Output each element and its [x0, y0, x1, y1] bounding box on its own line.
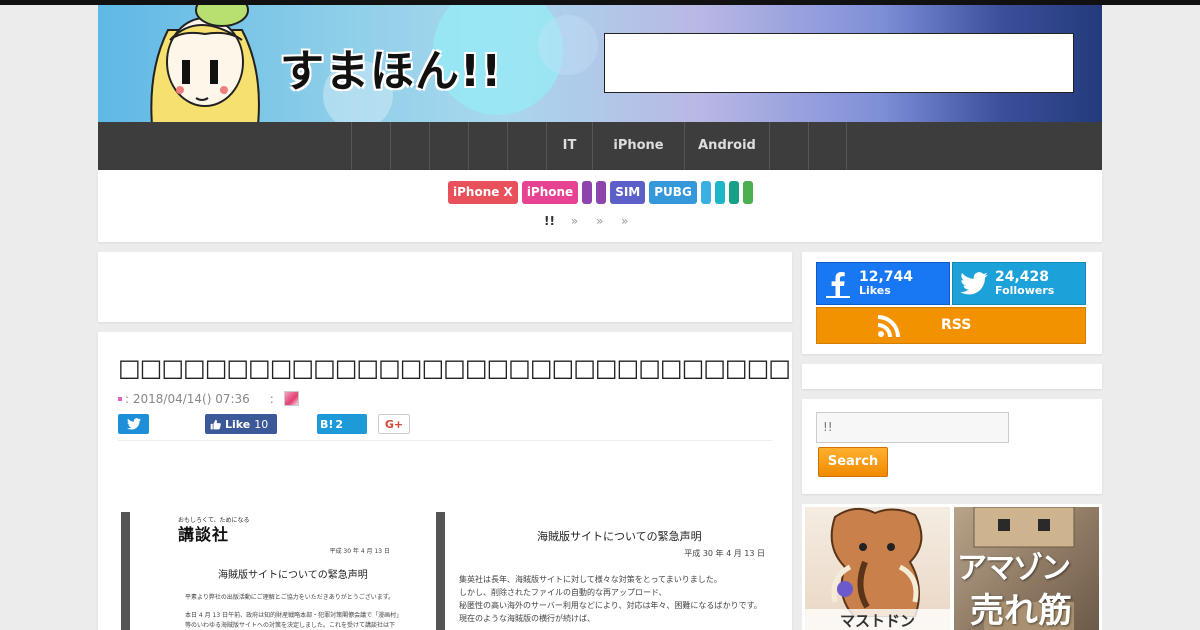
divider	[118, 440, 772, 441]
article-date: : 2018/04/14() 07:36	[125, 391, 250, 406]
statement-line: 集英社は長年、海賊版サイトに対して様々な対策をとってまいりました。	[459, 575, 722, 584]
thumbs-up-icon	[210, 419, 221, 429]
nav-item[interactable]	[769, 122, 808, 170]
nav-item[interactable]	[351, 122, 390, 170]
statement-date: 平成 30 年 4 月 13 日	[684, 549, 765, 558]
hatena-bookmark-label: B!	[320, 417, 334, 431]
twitter-follower-total: 24,428	[995, 269, 1050, 285]
tag[interactable]	[742, 181, 753, 204]
article-card: □□□□□□□□□□□□□□□□□□□□□□□□□□□□□□□□□□□□□□□□…	[98, 332, 792, 630]
statement-date: 平成 30 年 4 月 13 日	[329, 548, 390, 555]
nav-item-android[interactable]: Android	[684, 122, 769, 170]
tag[interactable]	[596, 181, 607, 204]
nav-item[interactable]	[429, 122, 468, 170]
search-input[interactable]: !!	[816, 412, 1009, 443]
tag[interactable]	[728, 181, 739, 204]
nav-item[interactable]	[468, 122, 507, 170]
tag-iphone[interactable]: iPhone	[521, 181, 579, 204]
facebook-follow-button[interactable]: 12,744 Likes	[816, 262, 950, 305]
mastodon-banner[interactable]: マストドン	[805, 507, 950, 630]
kodansha-statement-image: おもしろくて、ためになる 講談社 平成 30 年 4 月 13 日 海賊版サイト…	[121, 512, 445, 630]
tag-list: iPhone X iPhone SIM PUBG	[448, 181, 753, 204]
search-widget: !! Search	[802, 399, 1102, 494]
hatena-bookmark-count: 2	[335, 417, 344, 431]
tag-bar: iPhone X iPhone SIM PUBG !! » » »	[98, 170, 1102, 242]
amazon-banner-line1: アマゾン	[957, 551, 1071, 586]
facebook-like-count: 10	[254, 417, 269, 431]
nav-item[interactable]	[390, 122, 429, 170]
sidebar-banners: マストドン アマゾン 売れ筋	[802, 504, 1102, 630]
twitter-followers-label: Followers	[995, 284, 1055, 297]
tag-iphone-x[interactable]: iPhone X	[448, 181, 518, 204]
tag[interactable]	[700, 181, 711, 204]
author-avatar[interactable]	[283, 391, 299, 406]
shueisha-statement-image: 海賊版サイトについての緊急声明 平成 30 年 4 月 13 日 集英社は長年、…	[457, 512, 771, 630]
statement-line: 等のいわゆる海賊版サイトへの対策を決定しました。これを受けて講談社は下	[185, 622, 396, 629]
share-buttons: Like 10 B! 2 G+	[118, 414, 410, 434]
amazon-bestseller-banner[interactable]: アマゾン 売れ筋	[954, 507, 1099, 630]
social-follow-box: 12,744 Likes 24,428 Followers RSS	[802, 252, 1102, 354]
breadcrumb: !! » » »	[544, 214, 642, 228]
google-plus-button[interactable]: G+	[378, 414, 410, 434]
twitter-bird-icon	[953, 272, 995, 295]
breadcrumb-home[interactable]: !!	[544, 214, 555, 228]
statement-line: 平素より弊社の出版活動にご理解とご協力をいただきありがとうございます。	[185, 594, 395, 601]
site-header: すまほん!!	[98, 5, 1102, 122]
nav-item[interactable]	[507, 122, 546, 170]
statement-line: しかし、削除されたファイルの自動的な再アップロード、	[459, 588, 667, 597]
facebook-like-total: 12,744	[859, 269, 914, 285]
rss-button[interactable]: RSS	[816, 307, 1086, 344]
twitter-bird-icon	[126, 418, 141, 430]
tag-pubg[interactable]: PUBG	[649, 181, 697, 204]
mascot-illustration	[150, 5, 260, 122]
hatena-bookmark-button[interactable]: B! 2	[317, 414, 367, 434]
mammoth-illustration	[830, 507, 923, 617]
statement-heading: 海賊版サイトについての緊急声明	[218, 570, 368, 581]
tag[interactable]	[582, 181, 593, 204]
statement-heading: 海賊版サイトについての緊急声明	[537, 530, 702, 543]
breadcrumb-separator: »	[570, 214, 579, 228]
sidebar-widget	[802, 364, 1102, 389]
facebook-like-button[interactable]: Like 10	[205, 414, 277, 434]
amazon-banner-line2: 売れ筋	[970, 591, 1072, 630]
statement-line: 秘匿性の高い海外のサーバー利用などにより、対応は年々、困難になるばかりです。	[459, 601, 762, 610]
statement-line: 本日 4 月 13 日午前、政府は知的財産戦略本部・犯罪対策閣僚会議で「漫画村」	[185, 612, 403, 619]
nav-item[interactable]	[808, 122, 847, 170]
author-label: :	[269, 391, 274, 406]
nav-item-iphone[interactable]: iPhone	[592, 122, 684, 170]
breadcrumb-separator: »	[621, 214, 629, 228]
rss-icon	[878, 315, 900, 337]
nav-item-it[interactable]: IT	[546, 122, 592, 170]
facebook-like-label: Like	[225, 417, 251, 431]
tag[interactable]	[714, 181, 725, 204]
kodansha-logo: 講談社	[178, 525, 230, 544]
facebook-icon	[817, 270, 859, 298]
facebook-likes-label: Likes	[859, 284, 891, 297]
content-ad-slot[interactable]	[98, 252, 792, 322]
date-marker-icon	[118, 396, 122, 401]
breadcrumb-separator: »	[595, 214, 604, 228]
mastodon-caption: マストドン	[805, 609, 950, 630]
main-nav: IT iPhone Android	[98, 122, 1102, 170]
header-bokeh	[538, 15, 598, 75]
twitter-share-button[interactable]	[118, 414, 149, 434]
site-logo[interactable]: すまほん!!	[280, 35, 502, 99]
statement-line: 現在のような海賊版の横行が続けば、	[459, 614, 595, 623]
search-button[interactable]: Search	[818, 447, 888, 477]
tag-sim[interactable]: SIM	[610, 181, 646, 204]
header-ad-slot[interactable]	[604, 33, 1074, 93]
twitter-follow-button[interactable]: 24,428 Followers	[952, 262, 1086, 305]
article-title: □□□□□□□□□□□□□□□□□□□□□□□□□□□□□□□□□□□□□□□□…	[118, 354, 792, 382]
article-image: おもしろくて、ためになる 講談社 平成 30 年 4 月 13 日 海賊版サイト…	[121, 512, 771, 630]
rss-label: RSS	[941, 317, 972, 333]
article-meta: : 2018/04/14() 07:36 :	[118, 391, 299, 406]
